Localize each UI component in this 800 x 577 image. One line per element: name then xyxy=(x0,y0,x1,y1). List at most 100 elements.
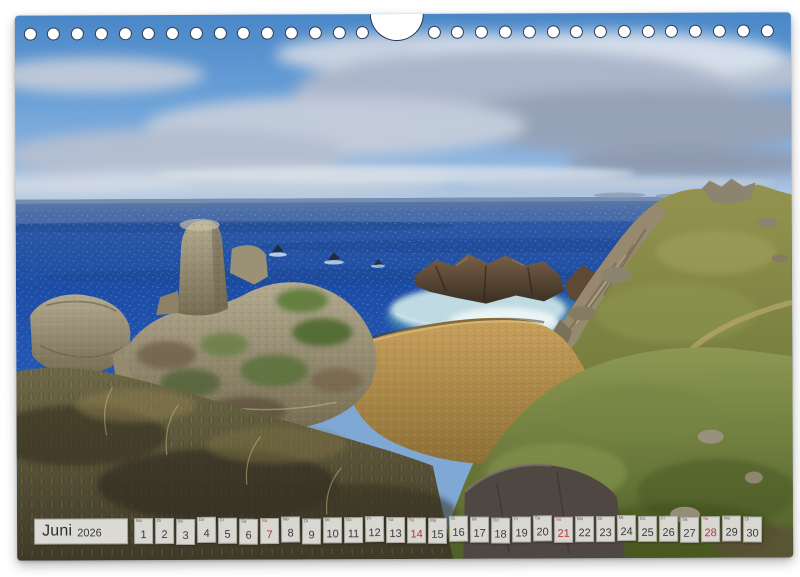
day-cell: Do 4 xyxy=(197,517,216,543)
day-cell: Fr 26 xyxy=(659,516,678,542)
weekday-label: Do xyxy=(346,518,352,523)
weekday-label: Mo xyxy=(283,518,289,523)
day-number: 20 xyxy=(534,526,551,538)
binding-hole xyxy=(594,25,607,38)
calendar-page: Juni 2026 Mo1Di2Mi3Do4Fr5Sa6So7Mo8Di9Mi1… xyxy=(15,12,793,560)
day-cell: Fr 19 xyxy=(512,516,531,542)
binding-hole xyxy=(523,25,536,38)
day-cell: Do25 xyxy=(638,516,657,542)
day-cell: Do 18 xyxy=(491,518,510,544)
day-number: 1 xyxy=(135,529,152,541)
day-cell: Fr 12 xyxy=(365,516,384,542)
day-cell: Di 16 xyxy=(449,516,468,542)
binding-hole xyxy=(95,27,108,40)
day-number: 28 xyxy=(702,527,719,539)
day-cell: Fr 5 xyxy=(218,518,237,544)
binding-hole xyxy=(118,27,131,40)
day-number: 4 xyxy=(198,528,215,540)
weekday-label: Mi xyxy=(325,518,330,523)
weekday-label: Mo xyxy=(724,517,730,522)
weekday-label: Mi xyxy=(178,520,183,525)
day-cell: So 28 xyxy=(701,516,720,542)
day-number: 6 xyxy=(240,530,257,542)
weekday-label: Sa xyxy=(682,518,687,523)
weekday-label: Sa xyxy=(388,518,393,523)
day-number: 15 xyxy=(429,529,446,541)
day-number: 21 xyxy=(555,528,572,540)
day-number: 27 xyxy=(681,528,698,540)
month-label-box: Juni 2026 xyxy=(34,518,128,544)
day-number: 24 xyxy=(618,526,635,538)
grass-rock xyxy=(698,430,724,444)
weekday-label: Sa xyxy=(535,516,540,521)
day-number: 13 xyxy=(387,528,404,540)
day-cell: So 14 xyxy=(407,517,426,543)
weekday-label: Do xyxy=(199,518,205,523)
day-cell: Di 23 xyxy=(596,516,615,542)
binding-hole xyxy=(190,27,203,40)
weekday-label: Do xyxy=(493,519,499,524)
day-cell: Mo 1 xyxy=(134,518,153,544)
binding-hole xyxy=(332,26,345,39)
binding-hole xyxy=(23,28,36,41)
weekday-label: Fr xyxy=(367,517,371,522)
weekday-label: Mo xyxy=(136,519,142,524)
binding-hole xyxy=(713,25,726,38)
day-cell: So 21 xyxy=(554,517,573,543)
day-cell: Mi 10 xyxy=(323,517,342,543)
day-cell: Mi 17 xyxy=(470,517,489,543)
day-number: 19 xyxy=(513,527,530,539)
month-name: Juni xyxy=(42,522,72,540)
binding-hole xyxy=(285,26,298,39)
day-number: 29 xyxy=(723,527,740,539)
day-number: 16 xyxy=(450,527,467,539)
day-number: 14 xyxy=(408,528,425,540)
binding-hole xyxy=(618,25,631,38)
day-number: 10 xyxy=(324,528,341,540)
day-cell: Mi 3 xyxy=(176,519,195,545)
day-cell: Mi24 xyxy=(617,515,636,541)
coastal-landscape-photo xyxy=(15,12,793,560)
day-cell: Sa 27 xyxy=(680,517,699,543)
weekday-label: So xyxy=(556,518,561,523)
day-number: 9 xyxy=(303,529,320,541)
weekday-label: Di xyxy=(451,517,455,522)
weekday-label: Di xyxy=(157,519,161,524)
sky xyxy=(15,12,793,206)
weekday-label: So xyxy=(409,518,414,523)
day-number: 26 xyxy=(660,527,677,539)
weekday-label: Fr xyxy=(661,517,665,522)
day-number: 7 xyxy=(261,529,278,541)
weekday-label: So xyxy=(262,519,267,524)
day-cell: Sa 13 xyxy=(386,517,405,543)
weekday-label: Sa xyxy=(241,520,246,525)
day-number: 5 xyxy=(219,529,236,541)
day-number: 3 xyxy=(177,530,194,542)
day-number: 2 xyxy=(156,529,173,541)
weekday-label: So xyxy=(703,517,708,522)
day-number: 17 xyxy=(471,528,488,540)
day-cell: Sa 6 xyxy=(239,519,258,545)
weekday-label: Di xyxy=(745,517,749,522)
weekday-label: Fr xyxy=(220,519,224,524)
day-number: 23 xyxy=(597,527,614,539)
day-number: 8 xyxy=(282,527,299,539)
binding-hole xyxy=(641,25,654,38)
day-cell: Di30 xyxy=(743,516,762,542)
day-number: 12 xyxy=(366,527,383,539)
binding-hole xyxy=(214,27,227,40)
binding-hole xyxy=(737,24,750,37)
day-number: 18 xyxy=(492,529,509,541)
weekday-label: Mo xyxy=(577,517,583,522)
calendar-product-shot: Juni 2026 Mo1Di2Mi3Do4Fr5Sa6So7Mo8Di9Mi1… xyxy=(0,0,800,577)
day-cell: Mo15 xyxy=(428,518,447,544)
binding-hole xyxy=(309,26,322,39)
weekday-label: Do xyxy=(640,517,646,522)
year-label: 2026 xyxy=(77,524,102,539)
weekday-label: Di xyxy=(598,517,602,522)
weekday-label: Mi xyxy=(472,518,477,523)
binding-hole xyxy=(428,26,441,39)
binding-hole xyxy=(546,25,559,38)
day-cell: Mo22 xyxy=(575,516,594,542)
weekday-label: Fr xyxy=(514,518,518,523)
